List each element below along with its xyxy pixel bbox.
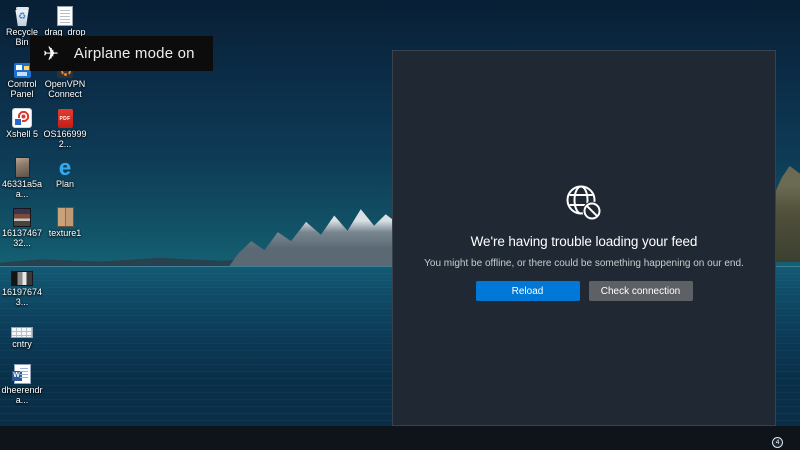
reload-button[interactable]: Reload [476,281,580,301]
text-document-icon [43,4,87,26]
desktop-icon-label: 1613746732... [0,228,44,248]
check-connection-button[interactable]: Check connection [589,281,693,301]
windows-desktop: ♻ Recycle Bin drag_drop Control Panel Op… [0,0,800,450]
news-feed-panel: We're having trouble loading your feed Y… [392,50,776,426]
globe-blocked-icon [562,181,606,225]
desktop-icon-texture1[interactable]: texture1 [43,205,87,238]
desktop-icon-label: texture1 [43,228,87,238]
desktop-icon-label: Plan [43,179,87,189]
desktop-icon-label: dheerendra... [0,385,44,405]
desktop-icon-label: OS1669992... [43,129,87,149]
desktop-icon-label: OpenVPN Connect [43,79,87,99]
desktop-icon-cntry[interactable]: cntry [0,316,44,349]
notification-badge: 4 [772,437,783,448]
desktop-icon-label: 161976743... [0,287,44,307]
image-thumbnail-icon [0,156,44,178]
desktop-icon-drag-drop[interactable]: drag_drop [43,4,87,37]
desktop-icon-pdf-file[interactable]: PDF OS1669992... [43,106,87,149]
desktop-icon-xshell[interactable]: Xshell 5 [0,106,44,139]
xshell-icon [0,106,44,128]
word-document-icon: W [0,362,44,384]
image-thumbnail-icon [0,264,44,286]
airplane-mode-osd: ✈ Airplane mode on [30,36,213,71]
desktop-icon-label: 46331a5aa... [0,179,44,199]
spreadsheet-icon [0,316,44,338]
desktop-icon-image-2[interactable]: 1613746732... [0,205,44,248]
image-thumbnail-icon [43,205,87,227]
desktop-icon-plan[interactable]: e Plan [43,156,87,189]
desktop-icon-label: Xshell 5 [0,129,44,139]
desktop-icon-word-doc[interactable]: W dheerendra... [0,362,44,405]
feed-error-subtitle: You might be offline, or there could be … [424,258,744,269]
airplane-icon: ✈ [43,43,59,65]
desktop-icon-image-1[interactable]: 46331a5aa... [0,156,44,199]
desktop-icon-label: Control Panel [0,79,44,99]
desktop-icon-image-3[interactable]: 161976743... [0,264,44,307]
taskbar [0,426,800,450]
feed-error-title: We're having trouble loading your feed [471,234,698,249]
desktop-icon-label: cntry [0,339,44,349]
internet-explorer-icon: e [43,156,87,178]
osd-label: Airplane mode on [74,45,195,62]
recycle-bin-icon: ♻ [0,4,44,26]
image-thumbnail-icon [0,205,44,227]
pdf-icon: PDF [43,106,87,128]
